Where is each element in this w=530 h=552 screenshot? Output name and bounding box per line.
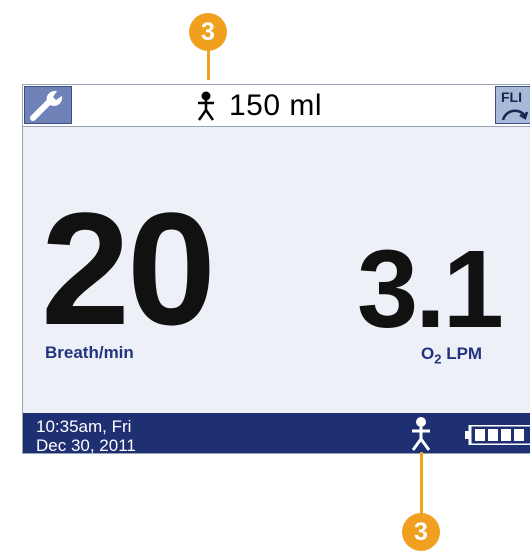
refresh-arrow-icon [501, 109, 529, 121]
o2-unit-suffix: LPM [441, 344, 483, 363]
patient-person-icon [411, 417, 431, 451]
callout-badge-bottom: 3 [402, 513, 440, 551]
status-bar: 10:35am, Fri Dec 30, 2011 [23, 413, 530, 454]
o2-flow-value: 3.1 [357, 228, 504, 351]
device-screen: 150 ml FLI 20 Breath/min 3.1 O2 LPM 10:3… [22, 84, 530, 454]
breath-rate-unit: Breath/min [45, 343, 134, 362]
time-text: 10:35am, Fri [36, 417, 132, 436]
battery-icon [465, 425, 530, 445]
breath-rate-value: 20 [41, 179, 216, 358]
flow-mode-button[interactable]: FLI [495, 86, 530, 124]
o2-flow-unit: O2 LPM [421, 344, 482, 366]
tidal-volume-value: 150 ml [229, 89, 323, 122]
flow-mode-label: FLI [501, 89, 522, 105]
settings-button[interactable] [24, 86, 72, 124]
date-time: 10:35am, Fri Dec 30, 2011 [36, 417, 136, 454]
wrench-icon [30, 90, 63, 121]
callout-badge-top: 3 [189, 13, 227, 51]
tidal-volume-display: 150 ml [195, 89, 323, 122]
callout-leader-top [207, 48, 210, 80]
date-text: Dec 30, 2011 [36, 436, 136, 454]
person-icon [197, 91, 215, 121]
top-bar: 150 ml FLI [23, 85, 530, 127]
o2-unit-prefix: O [421, 344, 435, 363]
callout-leader-bottom [420, 452, 423, 514]
